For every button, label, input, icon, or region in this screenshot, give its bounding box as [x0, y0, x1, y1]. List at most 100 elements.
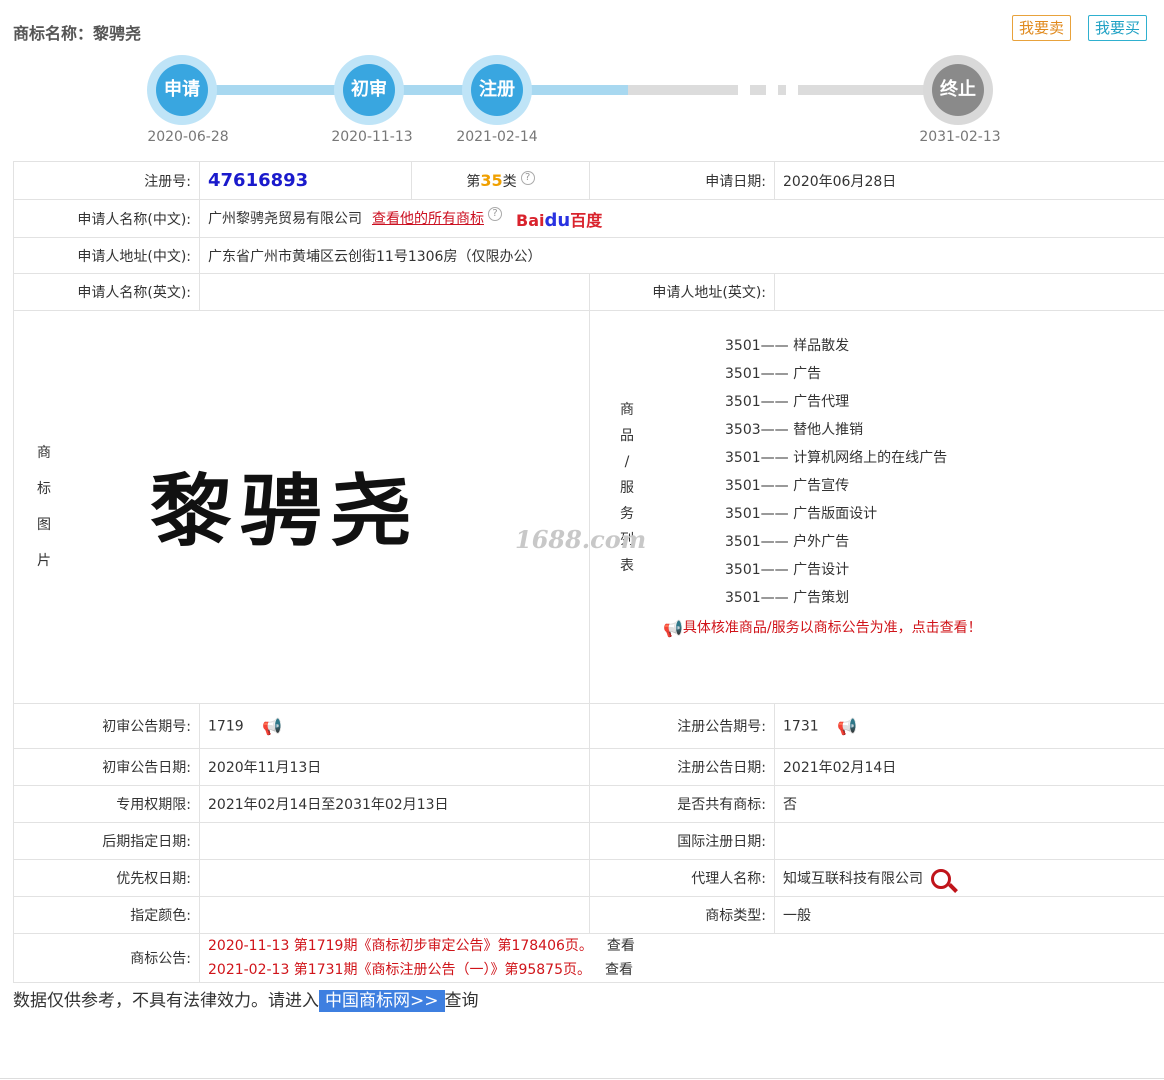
megaphone-icon[interactable]: 📢	[837, 717, 857, 736]
shared-value: 否	[774, 785, 1164, 823]
service-item: 3501—— 广告策划	[725, 590, 850, 606]
help-icon[interactable]: ?	[520, 170, 535, 185]
applicant-cn-value: 广州黎骋尧贸易有限公司	[208, 210, 362, 227]
service-name: 广告	[793, 366, 822, 382]
service-code: 3501	[725, 506, 761, 522]
notice-text: 2020-11-13 第1719期《商标初步审定公告》第178406页。	[208, 938, 593, 954]
megaphone-icon: 📢	[663, 618, 683, 638]
agent-label: 代理人名称:	[589, 859, 775, 897]
class-suffix: 类	[502, 173, 517, 190]
service-code: 3501	[725, 534, 761, 550]
service-item: 3501—— 广告宣传	[725, 478, 850, 494]
watermark: 1688.com	[515, 525, 647, 554]
baidu-text: 百度	[570, 210, 603, 230]
notice-label: 商标公告:	[13, 933, 200, 983]
cn-trademark-link[interactable]: 中国商标网>>	[319, 990, 445, 1012]
buy-button[interactable]: 我要买	[1088, 15, 1148, 41]
service-code: 3501	[725, 394, 761, 410]
image-label-char: 标	[37, 481, 51, 497]
notice-text: 2021-02-13 第1731期《商标注册公告（一）》第95875页。	[208, 962, 591, 978]
color-value	[199, 896, 590, 934]
service-notice-text: 具体核准商品/服务以商标公告为准，点击查看！	[682, 620, 982, 636]
timeline-node-label: 注册	[471, 64, 523, 116]
exclusive-label: 专用权期限:	[13, 785, 200, 823]
search-icon[interactable]	[931, 868, 951, 889]
timeline-node-label: 初审	[343, 64, 395, 116]
service-code: 3501	[725, 478, 761, 494]
service-name: 广告策划	[793, 590, 850, 606]
reg-date-label: 注册公告日期:	[589, 748, 775, 786]
class-prefix: 第	[466, 173, 481, 190]
service-code: 3501	[725, 590, 761, 606]
applicant-cn-label: 申请人名称(中文):	[13, 199, 200, 238]
service-code: 3501	[725, 338, 761, 354]
trademark-info-table: 注册号: 47616893 第35类? 申请日期: 2020年06月28日 申请…	[13, 161, 1164, 983]
all-marks-link[interactable]: 查看他的所有商标	[372, 211, 484, 227]
service-item: 3503—— 替他人推销	[725, 422, 864, 438]
sell-button[interactable]: 我要卖	[1012, 15, 1072, 41]
service-label-char: 表	[620, 558, 634, 574]
timeline-date: 2021-02-14	[456, 129, 538, 145]
service-name: 计算机网络上的在线广告	[793, 450, 948, 466]
timeline-node-label: 终止	[932, 64, 984, 116]
shared-label: 是否共有商标:	[589, 785, 775, 823]
prelim-date-value: 2020年11月13日	[199, 748, 590, 786]
service-name: 广告代理	[793, 394, 850, 410]
notice-view-link[interactable]: 查看	[605, 962, 633, 978]
timeline-node-prelim: 初审	[334, 55, 404, 125]
reg-issue-label: 注册公告期号:	[589, 703, 775, 749]
prelim-date-label: 初审公告日期:	[13, 748, 200, 786]
service-item: 3501—— 广告版面设计	[725, 506, 878, 522]
service-name: 广告宣传	[793, 478, 850, 494]
class-cell: 第35类?	[411, 161, 590, 200]
title-label: 商标名称：	[13, 24, 94, 43]
title-value: 黎骋尧	[93, 24, 142, 43]
service-name: 样品散发	[793, 338, 850, 354]
baidu-logo[interactable]: Baidu百度	[516, 207, 602, 231]
timeline-progress-line	[183, 85, 628, 95]
later-date-value	[199, 822, 590, 860]
timeline-date: 2020-11-13	[331, 129, 413, 145]
image-label-char: 图	[37, 517, 51, 533]
service-notice-link[interactable]: 📢具体核准商品/服务以商标公告为准，点击查看！	[663, 617, 982, 638]
class-number: 35	[480, 170, 503, 190]
service-code: 3501	[725, 562, 761, 578]
service-name: 广告设计	[793, 562, 850, 578]
later-date-label: 后期指定日期:	[13, 822, 200, 860]
reg-no-label: 注册号:	[13, 161, 200, 200]
help-icon[interactable]: ?	[488, 206, 502, 221]
service-code: 3501	[725, 366, 761, 382]
service-list-cell: 商 品 / 服 务 列 表 3501—— 样品散发 3501—— 广告 3501…	[589, 310, 1164, 704]
type-value: 一般	[774, 896, 1164, 934]
image-label: 商 标 图 片	[34, 435, 54, 579]
trademark-title: 商标名称：黎骋尧	[13, 20, 141, 44]
service-code: 3503	[725, 422, 761, 438]
service-item: 3501—— 广告	[725, 366, 822, 382]
notice-view-link[interactable]: 查看	[607, 938, 635, 954]
service-name: 广告版面设计	[793, 506, 878, 522]
agent-value: 知域互联科技有限公司	[783, 870, 923, 887]
prelim-issue-label: 初审公告期号:	[13, 703, 200, 749]
service-item: 3501—— 广告代理	[725, 394, 850, 410]
address-cn-label: 申请人地址(中文):	[13, 237, 200, 274]
service-label-char: /	[624, 454, 630, 470]
service-label-char: 商	[620, 402, 634, 418]
priority-date-value	[199, 859, 590, 897]
baidu-text: Bai	[516, 210, 545, 230]
apply-date-label: 申请日期:	[589, 161, 775, 200]
color-label: 指定颜色:	[13, 896, 200, 934]
apply-date-value: 2020年06月28日	[774, 161, 1164, 200]
intl-date-label: 国际注册日期:	[589, 822, 775, 860]
image-label-char: 片	[37, 553, 51, 569]
address-en-label: 申请人地址(英文):	[589, 273, 775, 311]
address-cn-value: 广东省广州市黄埔区云创街11号1306房（仅限办公）	[199, 237, 1164, 274]
baidu-paw-icon: du	[544, 209, 571, 231]
trademark-image: 黎骋尧	[150, 466, 421, 558]
service-item: 3501—— 广告设计	[725, 562, 850, 578]
notice-item: 2020-11-13 第1719期《商标初步审定公告》第178406页。 查看	[208, 934, 1156, 958]
reg-no-value: 47616893	[208, 170, 309, 191]
prelim-issue-value: 1719	[208, 718, 244, 734]
megaphone-icon[interactable]: 📢	[262, 717, 282, 736]
notice-item: 2021-02-13 第1731期《商标注册公告（一）》第95875页。 查看	[208, 958, 1156, 982]
service-label-char: 品	[620, 428, 634, 444]
